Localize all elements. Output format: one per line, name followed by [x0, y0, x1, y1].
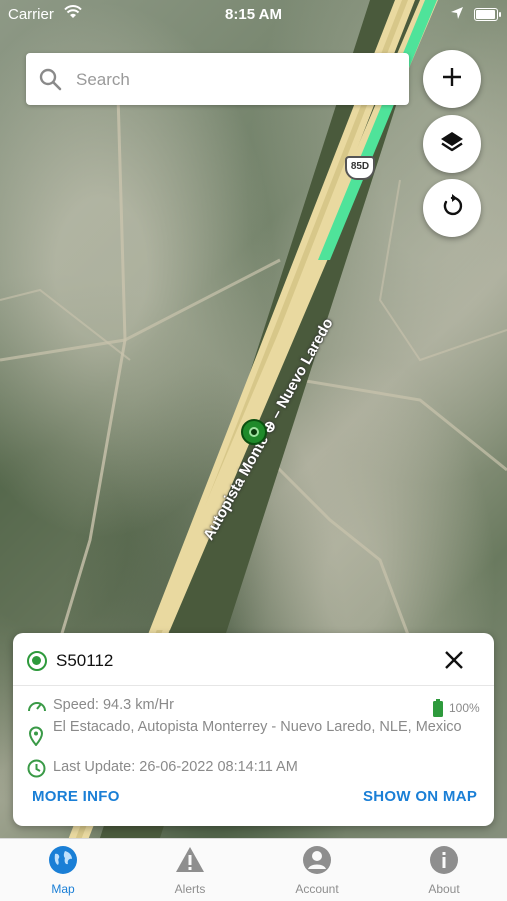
tab-map[interactable]: Map	[0, 839, 126, 901]
tab-label: Alerts	[174, 882, 206, 896]
more-info-button[interactable]: MORE INFO	[32, 788, 120, 805]
highway-shield: 85D	[345, 156, 375, 180]
battery-icon	[474, 8, 501, 21]
layers-icon	[439, 129, 465, 160]
search-input[interactable]	[74, 63, 398, 97]
close-icon	[445, 651, 463, 669]
last-update-text: Last Update: 26-06-2022 08:14:11 AM	[53, 759, 298, 775]
tab-label: Map	[51, 882, 75, 896]
vehicle-info-card: S50112 Speed: 94.3 km/Hr 100% El Estacad…	[13, 633, 494, 826]
card-header: S50112	[13, 633, 494, 686]
show-on-map-button[interactable]: SHOW ON MAP	[363, 788, 477, 805]
tab-label: Account	[295, 882, 339, 896]
clock-icon	[27, 759, 46, 782]
battery-percent: 100%	[449, 701, 480, 715]
add-button[interactable]	[423, 50, 481, 108]
plus-icon	[440, 65, 464, 94]
status-bar: Carrier 8:15 AM	[0, 0, 507, 28]
location-text: El Estacado, Autopista Monterrey - Nuevo…	[53, 719, 462, 735]
clock: 8:15 AM	[225, 6, 282, 23]
status-indicator-icon	[27, 651, 47, 671]
person-icon	[302, 845, 332, 875]
refresh-icon	[439, 193, 465, 224]
tab-bar: Map Alerts Account About	[0, 838, 507, 901]
search-icon	[38, 67, 62, 96]
layers-button[interactable]	[423, 115, 481, 173]
location-arrow-icon	[450, 6, 464, 24]
speed-text: Speed: 94.3 km/Hr	[53, 697, 174, 713]
warning-icon	[175, 845, 205, 875]
close-button[interactable]	[441, 647, 467, 673]
vehicle-id: S50112	[56, 651, 114, 670]
refresh-button[interactable]	[423, 179, 481, 237]
tab-label: About	[428, 882, 460, 896]
location-pin-icon	[27, 726, 45, 750]
speedometer-icon	[27, 697, 47, 719]
tab-account[interactable]: Account	[254, 839, 380, 901]
vehicle-marker[interactable]	[241, 419, 267, 445]
info-icon	[429, 845, 459, 875]
tab-about[interactable]: About	[381, 839, 507, 901]
search-bar[interactable]	[26, 53, 409, 105]
tab-alerts[interactable]: Alerts	[127, 839, 253, 901]
globe-icon	[48, 845, 78, 875]
